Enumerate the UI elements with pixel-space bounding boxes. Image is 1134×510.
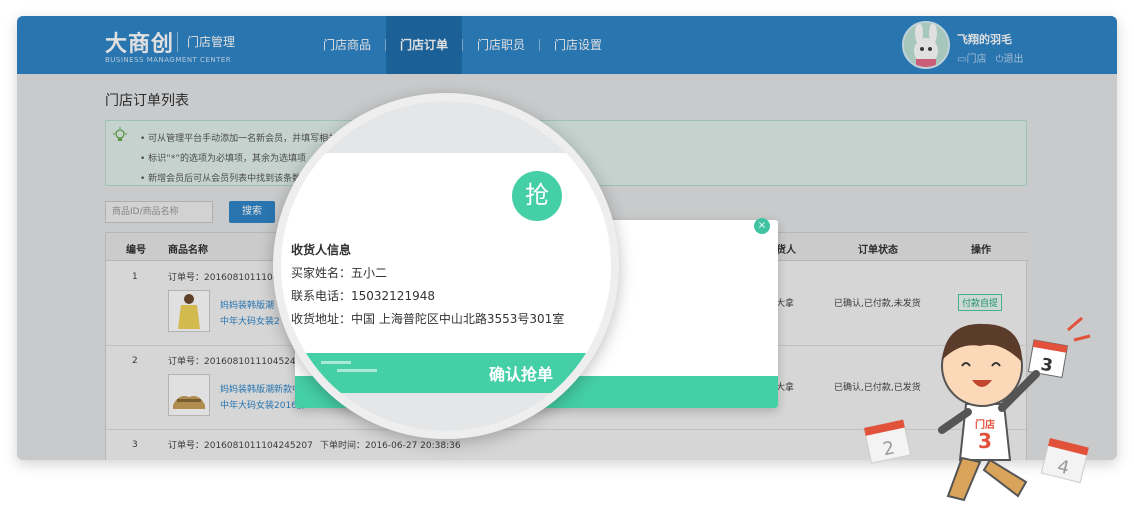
- calendar-icon: 2: [863, 419, 912, 464]
- magnifier-lens: 抢 收货人信息 买家姓名：五小二 联系电话：15032121948 收货地址：中…: [273, 93, 619, 439]
- mascot-illustration: 2 4 3 门店 3: [863, 316, 1091, 502]
- decor-dash: [321, 361, 351, 364]
- close-icon[interactable]: ×: [754, 218, 770, 234]
- magnified-backdrop-bottom: [281, 393, 611, 431]
- calendar-icon: 4: [1040, 437, 1090, 484]
- buyer-name: 买家姓名：五小二: [291, 266, 388, 280]
- confirm-grab-label: 确认抢单: [489, 365, 554, 384]
- magnified-backdrop: [281, 101, 611, 153]
- magnified-dialog: 抢 收货人信息 买家姓名：五小二 联系电话：15032121948 收货地址：中…: [281, 101, 611, 431]
- confirm-grab-button[interactable]: 确认抢单: [281, 353, 611, 393]
- buyer-address: 收货地址：中国 上海普陀区中山北路3553号301室: [291, 312, 565, 326]
- svg-text:3: 3: [978, 429, 992, 453]
- buyer-phone: 联系电话：15032121948: [291, 289, 435, 303]
- decor-dash: [337, 369, 377, 372]
- receiver-info-title: 收货人信息: [291, 243, 352, 257]
- grab-order-icon: 抢: [512, 171, 562, 221]
